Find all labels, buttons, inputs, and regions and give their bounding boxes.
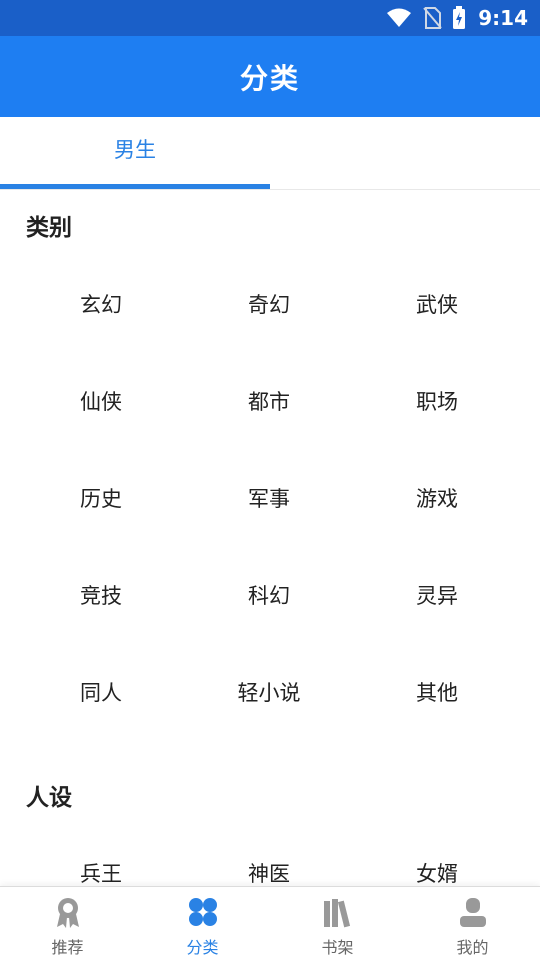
page-title: 分类	[239, 61, 300, 95]
wifi-icon	[387, 8, 412, 27]
nav-label: 书架	[321, 938, 354, 957]
tab-bar: 男生	[0, 117, 540, 190]
category-item[interactable]: 军事	[185, 478, 353, 518]
app-bar: 分类	[0, 36, 540, 117]
award-icon	[56, 898, 79, 928]
category-item[interactable]: 职场	[353, 381, 521, 421]
battery-charging-icon	[453, 6, 466, 29]
nav-category[interactable]: 分类	[135, 887, 270, 961]
category-item[interactable]: 竞技	[17, 575, 185, 615]
bookshelf-icon	[323, 899, 350, 928]
bottom-navigation: 推荐 分类 书架 我的	[0, 886, 540, 961]
nav-label: 分类	[186, 938, 219, 957]
tab-label: 男生	[114, 138, 156, 162]
nav-recommend[interactable]: 推荐	[0, 887, 135, 961]
category-item[interactable]: 都市	[185, 381, 353, 421]
profile-icon	[459, 898, 486, 927]
category-item[interactable]: 轻小说	[185, 672, 353, 712]
nav-bookshelf[interactable]: 书架	[270, 887, 405, 961]
status-bar: 9:14	[0, 0, 540, 36]
category-item[interactable]: 历史	[17, 478, 185, 518]
tab-indicator	[0, 184, 270, 189]
nav-label: 推荐	[51, 938, 84, 957]
category-item[interactable]: 奇幻	[185, 284, 353, 324]
category-item[interactable]: 灵异	[353, 575, 521, 615]
category-item[interactable]: 玄幻	[17, 284, 185, 324]
tab-male[interactable]: 男生	[0, 117, 270, 189]
status-icons: 9:14	[386, 0, 528, 36]
category-icon	[188, 898, 217, 926]
nav-label: 我的	[456, 938, 489, 957]
category-item[interactable]: 其他	[353, 672, 521, 712]
nav-profile[interactable]: 我的	[405, 887, 540, 961]
section-title-category: 类别	[26, 215, 72, 241]
category-item[interactable]: 科幻	[185, 575, 353, 615]
section-title-persona: 人设	[26, 785, 72, 811]
status-time: 9:14	[478, 6, 528, 30]
category-item[interactable]: 游戏	[353, 478, 521, 518]
category-item[interactable]: 同人	[17, 672, 185, 712]
category-item[interactable]: 武侠	[353, 284, 521, 324]
category-item[interactable]: 仙侠	[17, 381, 185, 421]
no-sim-icon	[423, 7, 443, 29]
